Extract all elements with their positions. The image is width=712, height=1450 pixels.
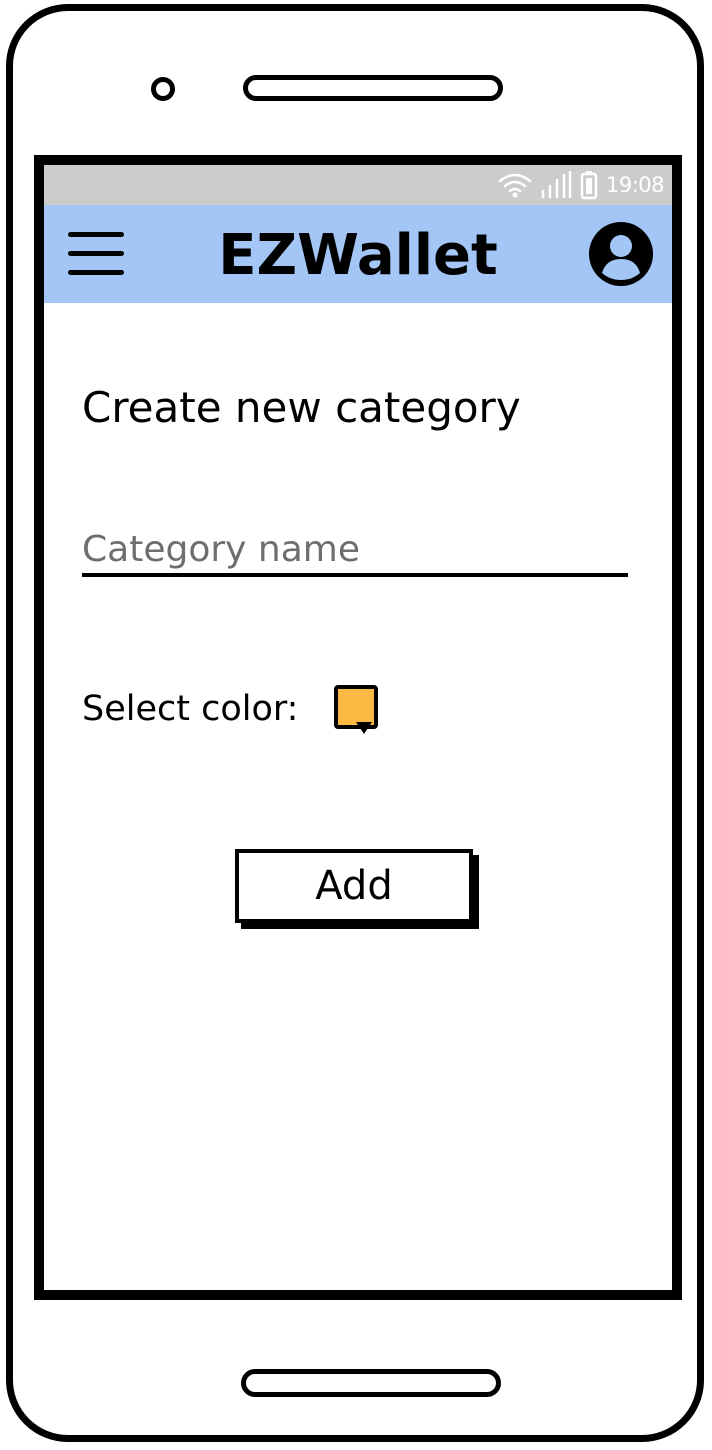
page-title: Create new category — [82, 383, 521, 432]
wifi-icon — [498, 173, 532, 198]
status-bar: 19:08 — [44, 165, 672, 205]
signal-icon — [541, 171, 572, 199]
hamburger-menu-icon[interactable] — [68, 229, 126, 279]
status-time: 19:08 — [605, 173, 665, 197]
category-name-input[interactable] — [82, 525, 628, 577]
top-speaker — [243, 75, 503, 101]
status-icons: 19:08 — [498, 171, 665, 200]
account-circle-icon[interactable] — [588, 221, 654, 287]
app-title: EZWallet — [218, 223, 498, 288]
phone-screen: 19:08 EZWallet Create new category Selec… — [34, 155, 682, 1300]
select-color-label: Select color: — [82, 689, 299, 729]
color-picker-swatch[interactable] — [334, 685, 378, 734]
app-bar: EZWallet — [44, 205, 672, 303]
bottom-speaker — [241, 1369, 501, 1397]
camera-icon — [151, 77, 175, 101]
dropdown-caret-icon — [356, 722, 372, 734]
add-button[interactable]: Add — [235, 849, 473, 923]
battery-icon — [580, 171, 598, 200]
